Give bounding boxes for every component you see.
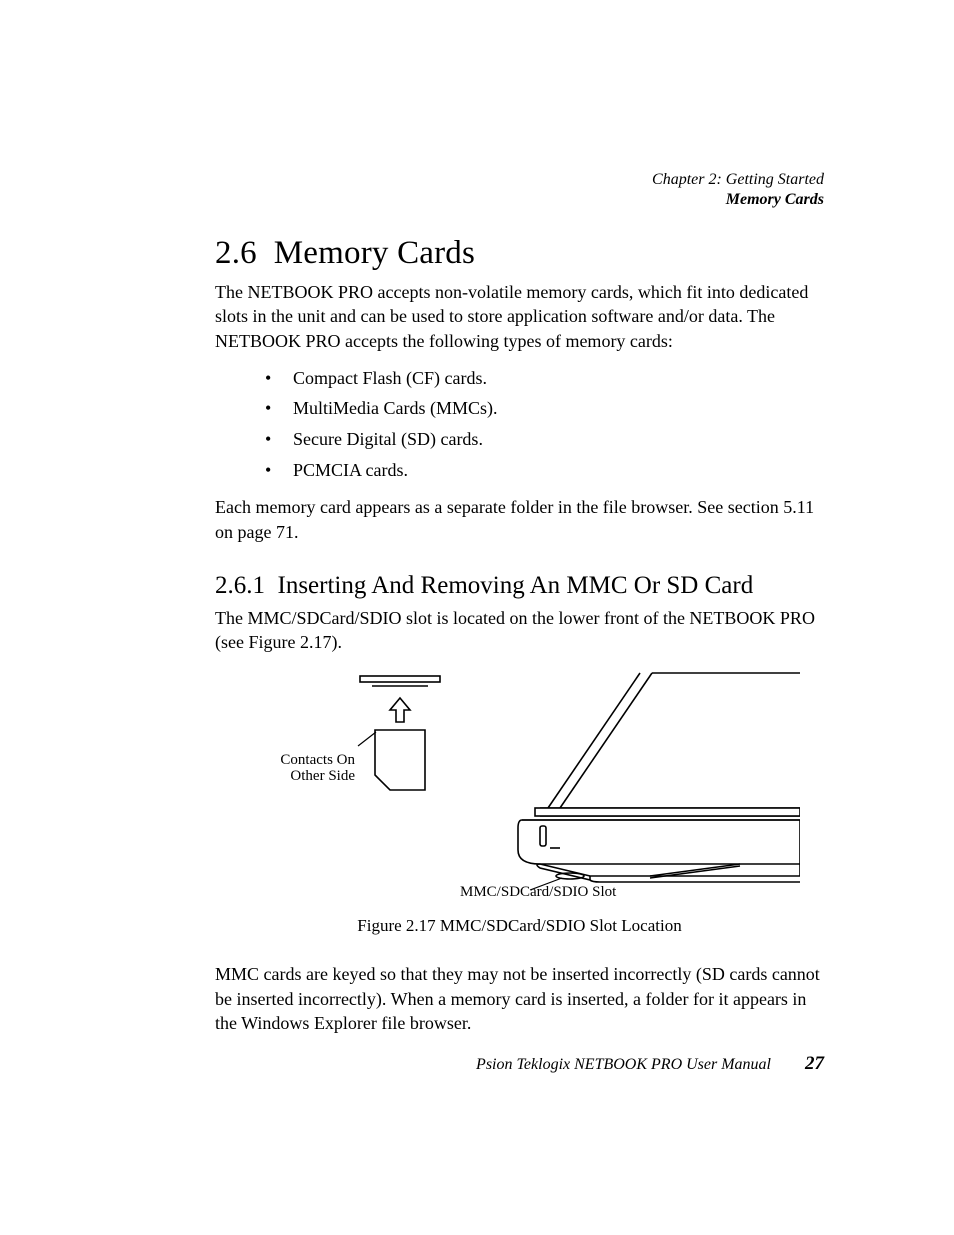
subsection-title: Inserting And Removing An MMC Or SD Card (278, 572, 754, 599)
slot-label: MMC/SDCard/SDIO Slot (460, 884, 617, 898)
section-title: Memory Cards (274, 235, 475, 271)
section-after-list: Each memory card appears as a separate f… (215, 495, 824, 544)
subsection-p1: The MMC/SDCard/SDIO slot is located on t… (215, 606, 824, 655)
subsection-heading: 2.6.1 Inserting And Removing An MMC Or S… (215, 572, 824, 600)
running-header: Chapter 2: Getting Started Memory Cards (652, 170, 824, 210)
section-number: 2.6 (215, 235, 257, 271)
contacts-label-line1: Contacts On (280, 752, 355, 768)
page-footer: Psion Teklogix NETBOOK PRO User Manual 2… (476, 1053, 824, 1075)
section-intro: The NETBOOK PRO accepts non-volatile mem… (215, 280, 824, 353)
figure-caption: Figure 2.17 MMC/SDCard/SDIO Slot Locatio… (215, 916, 824, 936)
figure-block: Contacts On Other Side (215, 668, 824, 936)
section-heading: 2.6 Memory Cards (215, 235, 824, 272)
contacts-label-line2: Other Side (290, 768, 355, 784)
header-section: Memory Cards (652, 190, 824, 210)
header-chapter: Chapter 2: Getting Started (652, 170, 824, 190)
slot-location-diagram: Contacts On Other Side (240, 668, 800, 898)
list-item: Secure Digital (SD) cards. (265, 424, 824, 455)
subsection-p2: MMC cards are keyed so that they may not… (215, 962, 824, 1035)
page-number: 27 (805, 1053, 824, 1074)
footer-text: Psion Teklogix NETBOOK PRO User Manual (476, 1056, 771, 1073)
subsection-number: 2.6.1 (215, 572, 265, 599)
card-types-list: Compact Flash (CF) cards. MultiMedia Car… (265, 363, 824, 485)
list-item: PCMCIA cards. (265, 455, 824, 486)
list-item: MultiMedia Cards (MMCs). (265, 393, 824, 424)
list-item: Compact Flash (CF) cards. (265, 363, 824, 394)
